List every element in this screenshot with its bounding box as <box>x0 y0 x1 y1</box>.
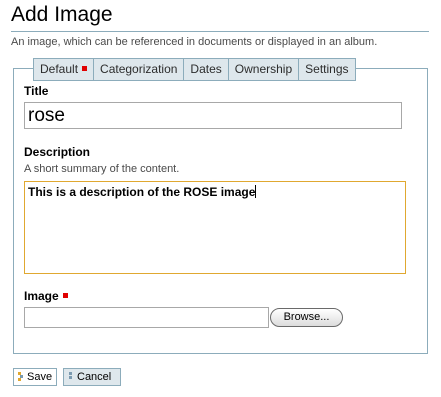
cancel-button[interactable]: Cancel <box>63 368 121 386</box>
save-icon <box>18 372 23 381</box>
description-text: This is a description of the ROSE image <box>28 185 256 199</box>
required-marker-icon <box>82 66 88 71</box>
description-label: Description <box>24 145 91 159</box>
save-label: Save <box>27 371 53 383</box>
page-subtitle: An image, which can be referenced in doc… <box>11 36 378 48</box>
description-help: A short summary of the content. <box>24 163 180 175</box>
tab-default[interactable]: Default <box>34 59 94 80</box>
required-marker-icon <box>62 293 68 298</box>
image-file-input[interactable] <box>24 307 269 328</box>
text-caret <box>255 185 257 198</box>
page-title: Add Image <box>11 3 113 26</box>
title-input[interactable] <box>24 102 402 129</box>
tab-settings[interactable]: Settings <box>298 59 354 80</box>
image-label-row: Image <box>24 289 68 303</box>
cancel-icon <box>69 372 72 379</box>
image-label: Image <box>24 289 59 303</box>
cancel-label: Cancel <box>77 371 112 383</box>
description-textarea[interactable]: This is a description of the ROSE image <box>24 181 406 274</box>
title-label: Title <box>24 84 49 98</box>
tab-dates[interactable]: Dates <box>183 59 227 80</box>
save-button[interactable]: Save <box>13 368 57 386</box>
tab-default-label: Default <box>40 62 79 76</box>
browse-button[interactable]: Browse... <box>270 308 343 327</box>
title-divider <box>11 31 429 32</box>
tab-categorization[interactable]: Categorization <box>93 59 183 80</box>
tab-ownership[interactable]: Ownership <box>227 59 298 80</box>
tab-bar: Default Categorization Dates Ownership S… <box>33 58 356 81</box>
